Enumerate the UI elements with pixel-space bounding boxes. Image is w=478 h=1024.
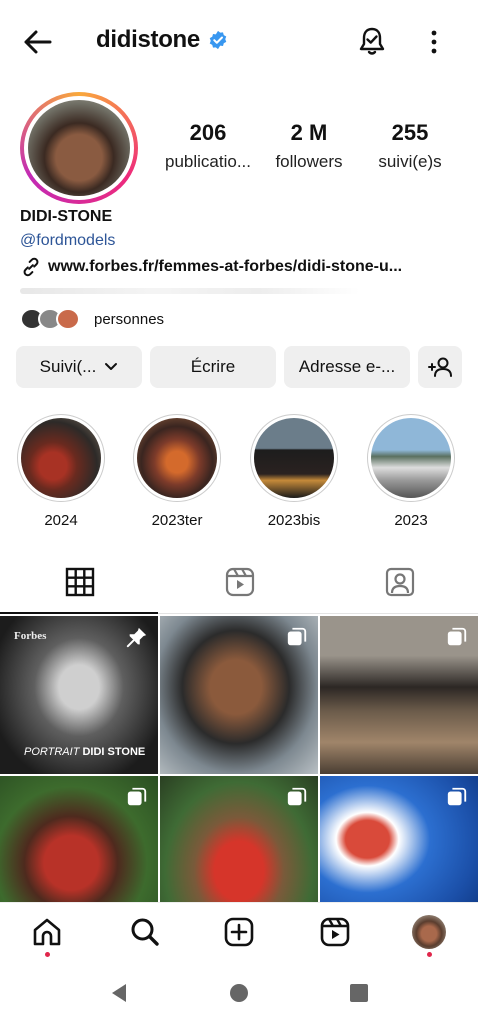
highlight-cover: [137, 418, 217, 498]
verified-badge-icon: [209, 30, 227, 50]
tagged-tab-icon[interactable]: [380, 562, 420, 602]
avatar-photo: [28, 100, 130, 196]
pin-icon: [126, 627, 147, 648]
post-thumbnail[interactable]: [320, 616, 478, 774]
more-vertical-icon[interactable]: [422, 24, 446, 60]
stat-following[interactable]: 255 suivi(e)s: [366, 120, 454, 172]
post-caption-overlay: PORTRAIT DIDI STONE: [24, 746, 145, 758]
post-thumbnail[interactable]: [320, 776, 478, 902]
following-button-label: Suivi(...: [39, 357, 97, 376]
highlight-cover: [21, 418, 101, 498]
following-label: suivi(e)s: [378, 152, 442, 171]
bio-mention-link[interactable]: @fordmodels: [20, 232, 115, 250]
stat-posts[interactable]: 206 publicatio...: [156, 120, 260, 172]
active-tab-indicator: [0, 612, 158, 614]
system-recents-icon[interactable]: [348, 982, 370, 1004]
message-button-label: Écrire: [190, 357, 236, 376]
post-thumbnail[interactable]: Forbes PORTRAIT DIDI STONE: [0, 616, 158, 774]
following-count: 255: [391, 120, 429, 145]
profile-display-name: DIDI-STONE: [20, 208, 113, 225]
username-text: didistone: [96, 26, 200, 53]
create-post-icon[interactable]: [222, 915, 256, 949]
highlight-item[interactable]: 2023bis: [249, 414, 339, 529]
carousel-icon: [287, 627, 307, 646]
carousel-icon: [447, 627, 467, 646]
system-back-icon[interactable]: [108, 982, 130, 1004]
mutual-followers[interactable]: personnes: [20, 308, 164, 330]
highlight-item[interactable]: 2024: [16, 414, 106, 529]
highlight-label: 2023bis: [267, 512, 321, 529]
post-thumbnail[interactable]: [0, 776, 158, 902]
highlight-cover: [254, 418, 334, 498]
bio-link-text: www.forbes.fr/femmes-at-forbes/didi-ston…: [48, 258, 403, 275]
mutual-avatars: [20, 308, 80, 330]
link-icon: [23, 257, 39, 277]
carousel-icon: [127, 787, 147, 806]
followers-label: followers: [275, 152, 343, 171]
collapsed-bio-line: [20, 288, 360, 294]
home-notification-dot: [45, 952, 50, 957]
reels-tab-icon[interactable]: [220, 562, 260, 602]
mutual-text: personnes: [94, 310, 165, 328]
profile-header: didistone: [0, 0, 478, 84]
profile-username: didistone: [96, 26, 228, 54]
chevron-down-icon: [105, 363, 118, 370]
post-brand-text: Forbes: [14, 630, 47, 642]
carousel-icon: [447, 787, 467, 806]
highlight-cover: [371, 418, 451, 498]
system-navigation-bar: [0, 962, 478, 1024]
highlight-label: 2023: [394, 512, 428, 529]
highlight-label: 2024: [44, 512, 78, 529]
email-button[interactable]: Adresse e-...: [284, 346, 410, 388]
post-thumbnail[interactable]: [160, 616, 318, 774]
email-button-label: Adresse e-...: [298, 357, 396, 376]
highlight-label: 2023ter: [151, 512, 203, 529]
post-thumbnail[interactable]: [160, 776, 318, 902]
stat-followers[interactable]: 2 M followers: [268, 120, 350, 172]
posts-count: 206: [189, 120, 227, 145]
bio-website-link[interactable]: www.forbes.fr/femmes-at-forbes/didi-ston…: [20, 256, 460, 278]
posts-label: publicatio...: [165, 152, 251, 171]
profile-avatar[interactable]: [20, 92, 138, 204]
carousel-icon: [287, 787, 307, 806]
home-icon[interactable]: [30, 915, 64, 949]
notification-bell-icon[interactable]: [354, 24, 390, 60]
post-caption-italic: PORTRAIT: [24, 746, 80, 758]
reels-icon[interactable]: [318, 915, 352, 949]
posts-grid: Forbes PORTRAIT DIDI STONE: [0, 616, 478, 902]
message-button[interactable]: Écrire: [150, 346, 276, 388]
add-person-icon: [428, 357, 452, 377]
suggested-users-button[interactable]: [418, 346, 462, 388]
following-button[interactable]: Suivi(...: [16, 346, 142, 388]
followers-count: 2 M: [290, 120, 328, 145]
posts-grid-tab-icon[interactable]: [60, 562, 100, 602]
back-arrow-icon[interactable]: [20, 24, 56, 60]
highlight-item[interactable]: 2023ter: [132, 414, 222, 529]
search-icon[interactable]: [128, 915, 162, 949]
profile-notification-dot: [427, 952, 432, 957]
system-home-icon[interactable]: [228, 982, 250, 1004]
profile-avatar-tab[interactable]: [412, 915, 446, 949]
bottom-navigation-bar: [0, 902, 478, 962]
post-caption-bold: DIDI STONE: [79, 746, 146, 758]
highlight-item[interactable]: 2023: [366, 414, 456, 529]
